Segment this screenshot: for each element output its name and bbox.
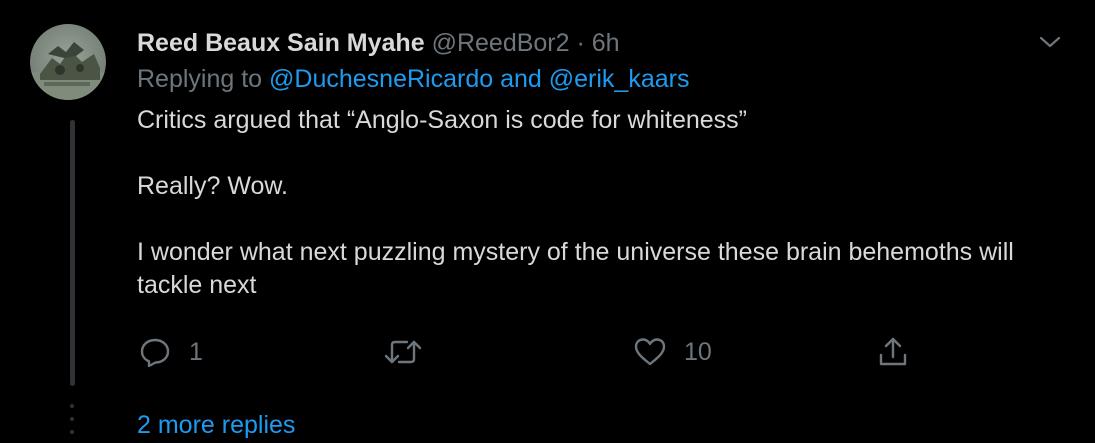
replying-to-label: Replying to <box>137 65 263 93</box>
author-name[interactable]: Reed Beaux Sain Myahe <box>137 29 425 57</box>
like-icon <box>634 338 666 366</box>
reply-icon <box>140 338 170 368</box>
avatar[interactable] <box>30 24 106 100</box>
tweet-header: Reed Beaux Sain Myahe @ReedBor2 · 6h <box>137 26 620 60</box>
separator-dot: · <box>576 29 585 57</box>
share-icon <box>879 337 907 366</box>
retweet-button[interactable] <box>383 334 439 370</box>
tweet-text-line: I wonder what next puzzling mystery of t… <box>137 238 1014 299</box>
like-count: 10 <box>684 338 712 366</box>
reply-handle-link[interactable]: @DuchesneRicardo <box>269 65 493 93</box>
more-replies-link[interactable]: 2 more replies <box>137 408 295 442</box>
tweet-text-line: Critics argued that “Anglo-Saxon is code… <box>137 106 748 134</box>
timestamp[interactable]: 6h <box>592 29 620 57</box>
tweet-body: Critics argued that “Anglo-Saxon is code… <box>137 104 1067 302</box>
tweet: Reed Beaux Sain Myahe @ReedBor2 · 6h Rep… <box>0 0 1095 442</box>
retweet-icon <box>384 340 422 364</box>
thread-line <box>70 120 75 386</box>
tweet-actions: 1 10 <box>137 334 1067 374</box>
tweet-text-line: Really? Wow. <box>137 172 288 200</box>
like-button[interactable]: 10 <box>632 334 712 370</box>
reply-button[interactable]: 1 <box>137 334 203 370</box>
chevron-down-icon <box>1039 36 1061 48</box>
author-handle[interactable]: @ReedBor2 <box>432 29 570 57</box>
reply-count: 1 <box>189 338 203 366</box>
more-options-button[interactable] <box>1036 28 1064 56</box>
thread-dots <box>70 404 75 443</box>
share-button[interactable] <box>875 334 911 370</box>
reply-handle-link[interactable]: @erik_kaars <box>549 65 690 93</box>
reply-and: and <box>500 65 542 93</box>
replying-to: Replying to @DuchesneRicardo and @erik_k… <box>137 62 689 96</box>
